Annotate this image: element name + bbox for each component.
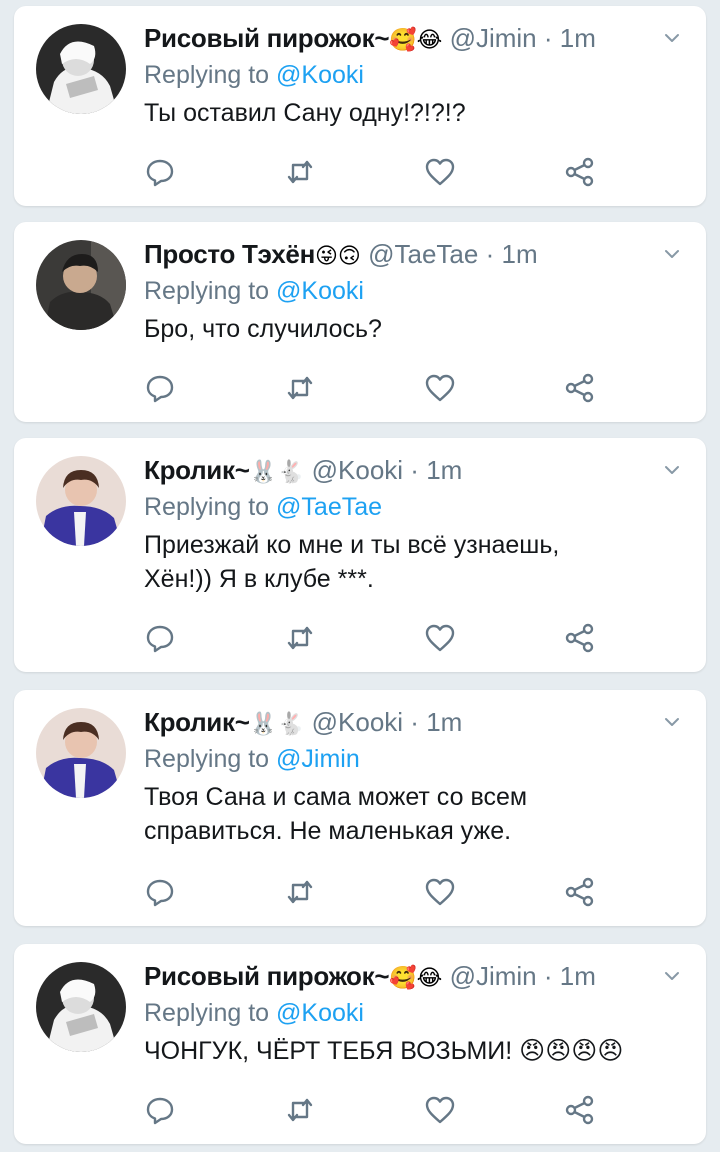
replying-to: Replying to @Kooki (144, 994, 686, 1032)
reply-icon[interactable] (144, 622, 176, 654)
avatar[interactable] (36, 708, 126, 798)
chevron-down-icon[interactable] (662, 244, 682, 264)
separator-dot: · (543, 961, 553, 991)
user-handle[interactable]: @Jimin (450, 23, 537, 53)
timestamp[interactable]: 1m (560, 23, 596, 53)
share-icon[interactable] (564, 876, 596, 908)
tweet-header: Рисовый пирожок~🥰😂 @Jimin · 1m (144, 958, 686, 994)
retweet-icon[interactable] (284, 622, 316, 654)
name-emoji: 🐰🐇 (249, 712, 305, 737)
separator-dot: · (543, 23, 553, 53)
tweet-actions (144, 1094, 594, 1126)
mention-link[interactable]: @Jimin (276, 745, 360, 773)
replying-to: Replying to @Jimin (144, 740, 686, 778)
separator-dot: · (410, 455, 419, 485)
tweet-card[interactable]: Рисовый пирожок~🥰😂 @Jimin · 1m Replying … (14, 6, 706, 206)
avatar[interactable] (36, 962, 126, 1052)
like-icon[interactable] (424, 372, 456, 404)
retweet-icon[interactable] (284, 1094, 316, 1126)
name-emoji: 😜🙃 (315, 244, 361, 269)
tweet-card[interactable]: Кролик~🐰🐇 @Kooki · 1m Replying to @Jimin… (14, 690, 706, 926)
display-name[interactable]: Кролик~ (144, 707, 250, 737)
tweet-card[interactable]: Рисовый пирожок~🥰😂 @Jimin · 1m Replying … (14, 944, 706, 1144)
timestamp[interactable]: 1m (501, 239, 537, 269)
retweet-icon[interactable] (284, 372, 316, 404)
retweet-icon[interactable] (284, 156, 316, 188)
tweet-actions (144, 622, 594, 654)
replying-to-label: Replying to (144, 999, 277, 1027)
replying-to: Replying to @Kooki (144, 56, 686, 94)
tweet-content: Кролик~🐰🐇 @Kooki · 1m Replying to @TaeTa… (144, 452, 686, 596)
replying-to: Replying to @TaeTae (144, 488, 686, 526)
name-emoji: 🥰😂 (389, 28, 443, 53)
display-name[interactable]: Просто Тэхён (144, 239, 315, 269)
replying-to: Replying to @Kooki (144, 272, 686, 310)
tweet-text: Ты оставил Сану одну!?!?!? (144, 99, 466, 127)
avatar[interactable] (36, 456, 126, 546)
replying-to-label: Replying to (144, 61, 277, 89)
timestamp[interactable]: 1m (426, 707, 462, 737)
share-icon[interactable] (564, 1094, 596, 1126)
chevron-down-icon[interactable] (662, 966, 682, 986)
tweet-header: Кролик~🐰🐇 @Kooki · 1m (144, 452, 686, 488)
tweet-text: Приезжай ко мне и ты всё узнаешь, Хён!))… (144, 531, 560, 593)
tweet-text: Бро, что случилось? (144, 315, 382, 343)
tweet-content: Рисовый пирожок~🥰😂 @Jimin · 1m Replying … (144, 958, 686, 1068)
chevron-down-icon[interactable] (662, 28, 682, 48)
separator-dot: · (410, 707, 419, 737)
like-icon[interactable] (424, 622, 456, 654)
user-handle[interactable]: @Kooki (312, 455, 403, 485)
replying-to-label: Replying to (144, 745, 277, 773)
tweet-card[interactable]: Кролик~🐰🐇 @Kooki · 1m Replying to @TaeTa… (14, 438, 706, 672)
like-icon[interactable] (424, 1094, 456, 1126)
replying-to-label: Replying to (144, 277, 277, 305)
share-icon[interactable] (564, 622, 596, 654)
name-emoji: 🐰🐇 (249, 460, 305, 485)
tweet-header: Кролик~🐰🐇 @Kooki · 1m (144, 704, 686, 740)
timestamp[interactable]: 1m (560, 961, 596, 991)
tweet-header: Просто Тэхён😜🙃 @TaeTae · 1m (144, 236, 686, 272)
tweet-content: Кролик~🐰🐇 @Kooki · 1m Replying to @Jimin… (144, 704, 686, 848)
chevron-down-icon[interactable] (662, 460, 682, 480)
reply-icon[interactable] (144, 156, 176, 188)
tweet-header: Рисовый пирожок~🥰😂 @Jimin · 1m (144, 20, 686, 56)
tweet-actions (144, 156, 594, 188)
timeline-feed: Рисовый пирожок~🥰😂 @Jimin · 1m Replying … (0, 0, 720, 1152)
replying-to-label: Replying to (144, 493, 277, 521)
tweet-card[interactable]: Просто Тэхён😜🙃 @TaeTae · 1m Replying to … (14, 222, 706, 422)
display-name[interactable]: Рисовый пирожок~ (144, 961, 390, 991)
timestamp[interactable]: 1m (426, 455, 462, 485)
reply-icon[interactable] (144, 1094, 176, 1126)
reply-icon[interactable] (144, 876, 176, 908)
separator-dot: · (485, 239, 495, 269)
mention-link[interactable]: @Kooki (276, 999, 364, 1027)
user-handle[interactable]: @TaeTae (368, 239, 478, 269)
share-icon[interactable] (564, 156, 596, 188)
mention-link[interactable]: @Kooki (276, 277, 364, 305)
tweet-actions (144, 372, 594, 404)
avatar[interactable] (36, 24, 126, 114)
tweet-text: Твоя Сана и сама может со всем справитьс… (144, 783, 528, 845)
user-handle[interactable]: @Jimin (450, 961, 537, 991)
mention-link[interactable]: @TaeTae (276, 493, 382, 521)
reply-icon[interactable] (144, 372, 176, 404)
avatar[interactable] (36, 240, 126, 330)
share-icon[interactable] (564, 372, 596, 404)
tweet-actions (144, 876, 594, 908)
tweet-content: Просто Тэхён😜🙃 @TaeTae · 1m Replying to … (144, 236, 686, 346)
like-icon[interactable] (424, 876, 456, 908)
user-handle[interactable]: @Kooki (312, 707, 403, 737)
display-name[interactable]: Кролик~ (144, 455, 250, 485)
chevron-down-icon[interactable] (662, 712, 682, 732)
retweet-icon[interactable] (284, 876, 316, 908)
mention-link[interactable]: @Kooki (276, 61, 364, 89)
tweet-text: ЧОНГУК, ЧЁРТ ТЕБЯ ВОЗЬМИ! 😠😠😠😠 (144, 1037, 624, 1065)
name-emoji: 🥰😂 (389, 966, 443, 991)
tweet-content: Рисовый пирожок~🥰😂 @Jimin · 1m Replying … (144, 20, 686, 130)
like-icon[interactable] (424, 156, 456, 188)
display-name[interactable]: Рисовый пирожок~ (144, 23, 390, 53)
